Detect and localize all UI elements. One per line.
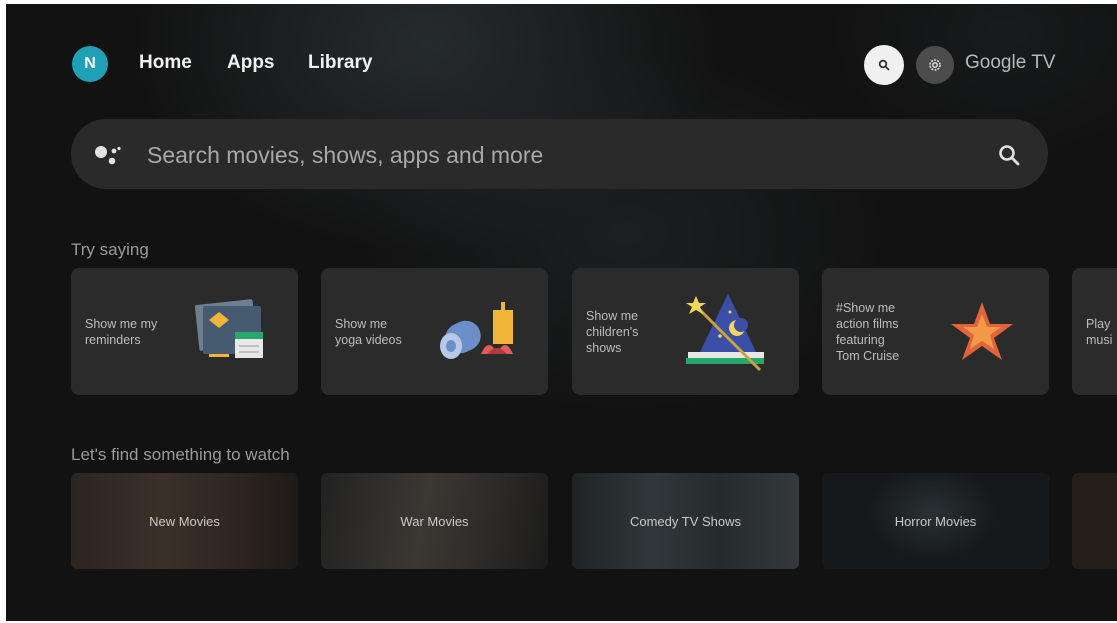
try-saying-heading: Try saying xyxy=(71,240,149,259)
suggestion-card-reminders[interactable]: Show me my reminders xyxy=(71,268,298,395)
settings-button[interactable] xyxy=(916,46,954,84)
star-illustration xyxy=(951,302,1013,360)
suggestion-card-childrens-shows[interactable]: Show me children's shows xyxy=(572,268,799,395)
yoga-illustration xyxy=(440,302,513,359)
suggestion-card-action-films[interactable]: #Show me action films featuring Tom Crui… xyxy=(822,268,1049,395)
tab-home[interactable]: Home xyxy=(139,52,192,74)
category-tile-new-movies[interactable]: New Movies xyxy=(71,473,298,569)
tv-screen: N Home Apps Library Google TV Search mov… xyxy=(6,4,1117,621)
tile-label: Comedy TV Shows xyxy=(629,513,742,529)
suggestion-card-yoga[interactable]: Show me yoga videos xyxy=(321,268,548,395)
suggestion-text: Play musi xyxy=(1086,316,1113,347)
suggestion-text: #Show me action films featuring Tom Crui… xyxy=(836,300,900,363)
suggestion-card-play-music[interactable]: Play musi xyxy=(1072,268,1117,395)
tab-apps[interactable]: Apps xyxy=(227,52,275,74)
search-icon[interactable] xyxy=(997,143,1021,167)
suggestion-text: Show me yoga videos xyxy=(335,316,402,347)
category-tile-partial[interactable] xyxy=(1072,473,1117,569)
profile-avatar[interactable]: N xyxy=(72,46,108,82)
find-watch-heading: Let's find something to watch xyxy=(71,445,290,464)
brand-label: Google TV xyxy=(965,52,1056,73)
search-placeholder: Search movies, shows, apps and more xyxy=(147,142,544,168)
avatar-initial: N xyxy=(84,55,96,72)
category-tile-comedy-tv-shows[interactable]: Comedy TV Shows xyxy=(572,473,799,569)
gear-icon xyxy=(929,59,941,71)
tile-label: New Movies xyxy=(149,513,220,529)
tile-label: War Movies xyxy=(400,513,469,529)
search-bar[interactable]: Search movies, shows, apps and more xyxy=(71,119,1048,189)
wizard-hat-illustration xyxy=(686,294,764,372)
search-icon xyxy=(878,59,890,71)
suggestion-text: Show me my reminders xyxy=(85,316,158,347)
suggestion-text: Show me children's shows xyxy=(586,308,639,355)
google-assistant-icon xyxy=(95,146,121,165)
category-tile-war-movies[interactable]: War Movies xyxy=(321,473,548,569)
category-tile-horror-movies[interactable]: Horror Movies xyxy=(822,473,1049,569)
tile-label xyxy=(1072,473,1117,569)
tile-label: Horror Movies xyxy=(894,513,977,529)
tab-library[interactable]: Library xyxy=(308,52,372,74)
reminders-illustration xyxy=(194,299,263,358)
top-search-button[interactable] xyxy=(864,45,904,85)
